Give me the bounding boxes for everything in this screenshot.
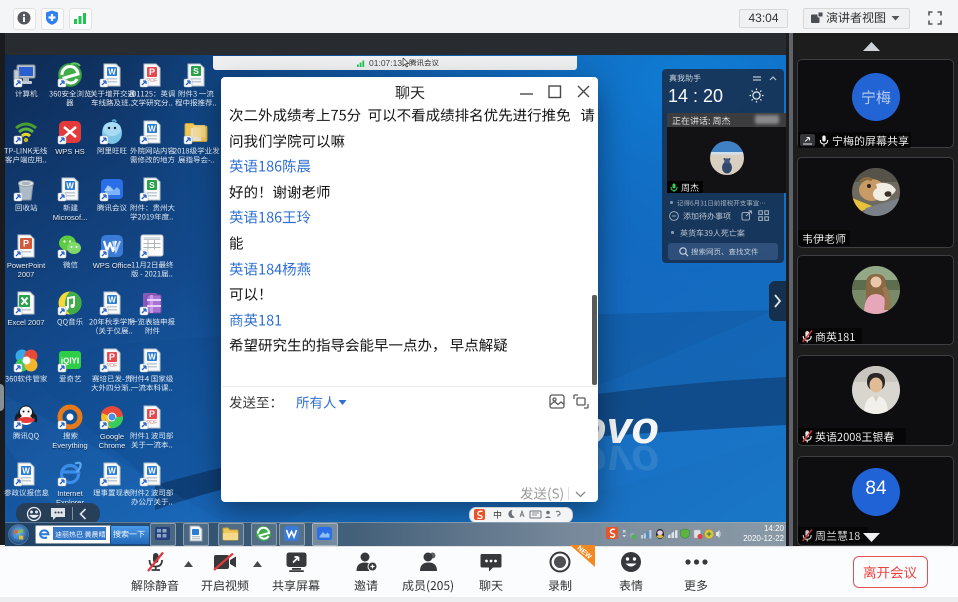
svg-text:W: W: [108, 467, 116, 476]
svg-text:P: P: [149, 67, 155, 77]
svg-text:W: W: [148, 353, 156, 362]
svg-text:W: W: [108, 68, 116, 77]
svg-text:W: W: [22, 467, 30, 476]
svg-text:P: P: [23, 239, 29, 249]
svg-text:P: P: [109, 352, 115, 362]
svg-text:S: S: [149, 180, 155, 190]
svg-text:W: W: [108, 296, 116, 305]
svg-text:W: W: [148, 467, 156, 476]
svg-text:W: W: [148, 125, 156, 134]
svg-text:S: S: [193, 66, 199, 76]
svg-text:P: P: [149, 409, 155, 419]
svg-text:W: W: [66, 182, 74, 191]
